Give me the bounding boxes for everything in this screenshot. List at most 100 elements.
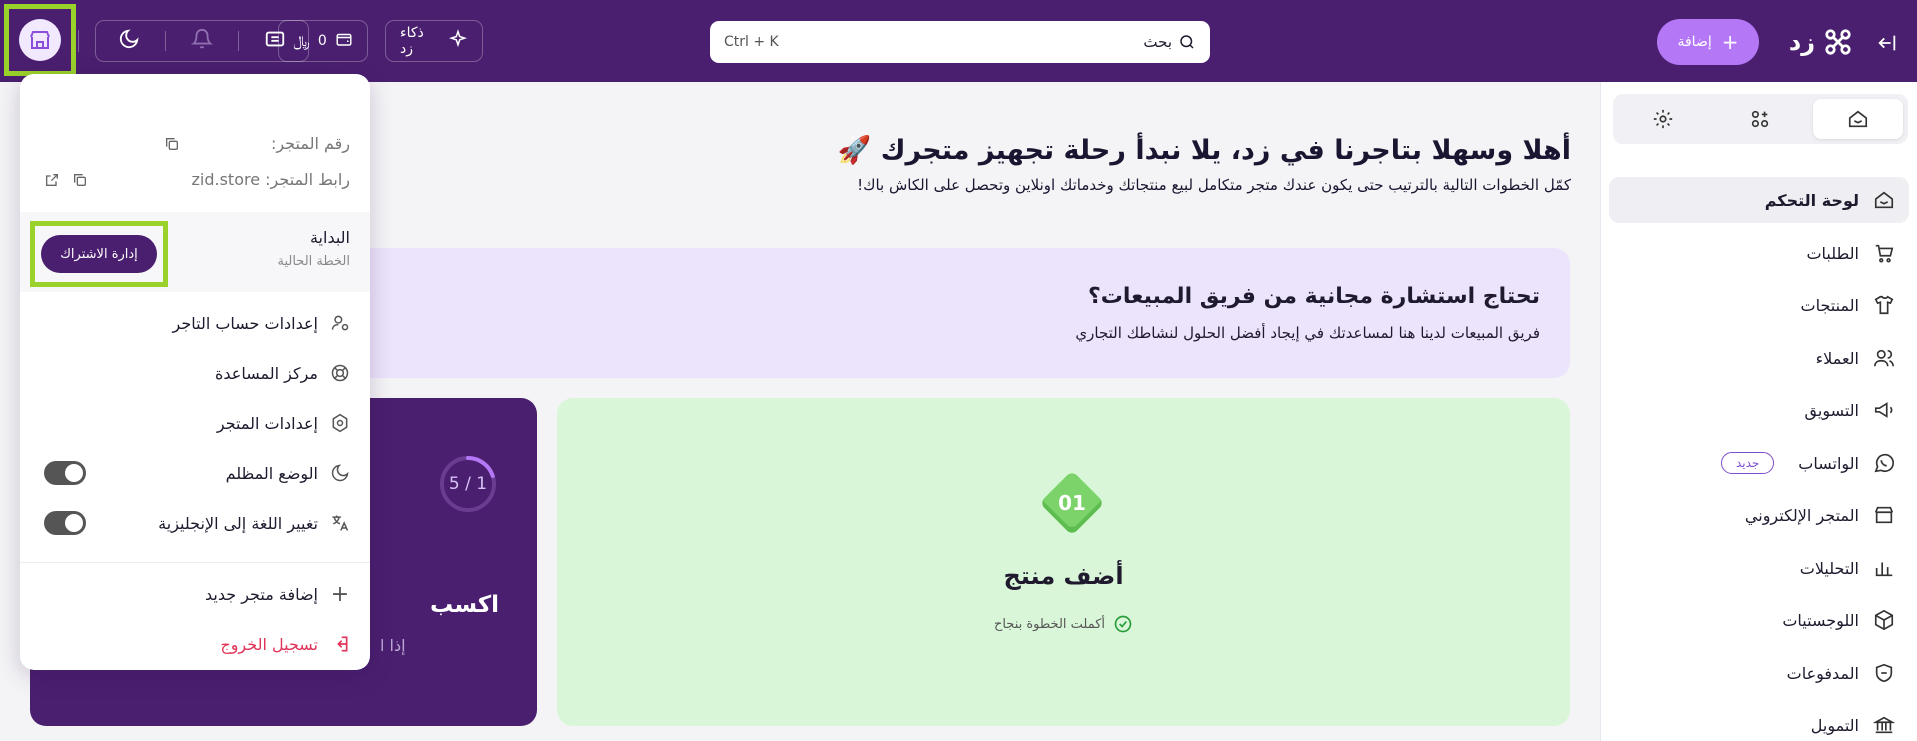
sidebar-item-label: الواتساب [1798,453,1859,473]
store-number-row: رقم المتجر: [44,134,350,153]
menu-item-label: إعدادات حساب التاجر [172,313,318,333]
sidebar-item-label: التحليلات [1799,558,1859,578]
search-bar[interactable]: Ctrl + K بحث [710,21,1210,63]
store-avatar [19,19,61,61]
chart-icon [1875,562,1893,577]
wallet-amount: 0 [317,33,327,49]
home-icon [1848,110,1868,128]
megaphone-icon [1874,402,1893,418]
consultation-subtitle: فريق المبيعات لدينا هنا لمساعدتك في إيجا… [1075,324,1540,342]
sidebar-item-label: لوحة التحكم [1764,190,1859,210]
sidebar-item-label: العملاء [1815,348,1859,368]
wallet-icon [335,30,353,52]
step-title: أضف منتج [1003,562,1124,590]
step-status-text: أكملت الخطوة بنجاح [993,616,1106,632]
divider [20,562,370,563]
sidebar-item-marketing[interactable]: التسويق [1609,387,1909,433]
sidebar-item-label: الطلبات [1806,243,1859,263]
language-toggle[interactable] [44,511,86,535]
quick-actions-group [95,20,309,62]
sidebar-item-products[interactable]: المنتجات [1609,282,1909,328]
collapse-icon [1878,35,1896,51]
plus-icon: + [330,581,350,607]
ai-button[interactable]: ذكاء زد [385,20,483,62]
manage-subscription-button[interactable]: إدارة الاشتراك [41,235,157,273]
welcome-subtitle: كمّل الخطوات التالية بالترتيب حتى يكون ع… [857,176,1571,194]
store-number-label: رقم المتجر: [270,134,350,153]
store-avatar-button[interactable] [4,4,76,76]
hexagon-gear-icon [332,413,348,433]
tab-home[interactable] [1813,99,1903,139]
plus-icon: + [1721,30,1739,54]
sidebar-item-analytics[interactable]: التحليلات [1609,545,1909,591]
apps-icon [1751,110,1769,128]
logout-item[interactable]: تسجيل الخروج [44,627,350,661]
add-label: إضافة [1677,34,1712,50]
divider [78,30,79,52]
sparkle-icon [448,29,468,53]
collapse-sidebar-button[interactable] [1870,26,1904,60]
home-icon [1874,191,1894,209]
store-icon [30,31,50,49]
sidebar-item-financing[interactable]: التمويل [1609,702,1909,741]
user-gear-icon [331,315,349,331]
sidebar-item-customers[interactable]: العملاء [1609,335,1909,381]
payment-icon [1875,663,1893,683]
current-plan-section: البداية الخطة الحالية إدارة الاشتراك [20,212,370,292]
language-item: تغيير اللغة إلى الإنجليزية [44,506,350,540]
search-icon [1180,35,1194,49]
step-status: أكملت الخطوة بنجاح [557,614,1570,634]
menu-item-label: إعدادات المتجر [216,413,318,433]
menu-item-label: إضافة متجر جديد [205,584,318,604]
bank-icon [1873,716,1895,734]
bell-icon[interactable] [190,28,214,54]
external-link-icon[interactable] [44,172,60,188]
store-settings-item[interactable]: إعدادات المتجر [44,406,350,440]
dark-mode-toggle[interactable] [44,461,86,485]
sidebar-item-payments[interactable]: المدفوعات [1609,650,1909,696]
welcome-title: أهلا وسهلا بتاجرنا في زد، يلا نبدأ رحلة … [837,135,1571,166]
add-new-store-item[interactable]: + إضافة متجر جديد [44,577,350,611]
sidebar-item-dashboard[interactable]: لوحة التحكم [1609,177,1909,223]
zid-logo: زد [1772,22,1870,62]
riyal-icon: ﷼ [293,32,310,50]
menu-item-label: مركز المساعدة [215,363,318,383]
translate-icon [332,515,349,531]
moon-icon[interactable] [118,28,140,54]
sidebar-item-label: المدفوعات [1786,663,1859,683]
cart-icon [1875,244,1894,263]
sidebar-item-label: المنتجات [1800,295,1860,315]
copy-icon[interactable] [164,136,180,152]
sidebar-tabs [1613,94,1908,144]
add-button[interactable]: إضافة + [1657,19,1759,65]
sidebar-item-label: التسويق [1804,400,1859,420]
check-circle-icon [1114,615,1132,633]
logout-icon [337,636,348,652]
tab-settings[interactable] [1618,99,1708,139]
top-bar: ﷼ 0 ذكاء زد Ctrl + K بحث إضافة + زد [0,0,1917,82]
new-badge: جديد [1720,452,1775,474]
lifebuoy-icon [331,364,349,382]
plan-name: البداية [309,228,350,247]
sidebar-item-logistics[interactable]: اللوجستيات [1609,597,1909,643]
menu-item-label: الوضع المظلم [225,463,318,483]
gear-icon [1653,109,1673,129]
copy-icon[interactable] [72,172,88,188]
manage-subscription-highlight: إدارة الاشتراك [30,221,168,287]
sidebar-item-label: التمويل [1810,715,1859,735]
sidebar-item-online-store[interactable]: المتجر الإلكتروني [1609,492,1909,538]
logo-icon [1825,29,1851,55]
tab-apps[interactable] [1715,99,1805,139]
progress-text: 5 / 1 [448,474,488,494]
step-card-add-product[interactable]: 01 أضف منتج أكملت الخطوة بنجاح [557,398,1570,726]
shirt-icon [1874,295,1894,315]
store-menu-dropdown: رقم المتجر: رابط المتجر: zid.store البدا… [20,74,370,670]
help-center-item[interactable]: مركز المساعدة [44,356,350,390]
store-link-row: رابط المتجر: zid.store [44,170,350,189]
moon-icon [331,464,349,482]
sidebar-item-label: اللوجستيات [1782,610,1859,630]
wallet-button[interactable]: ﷼ 0 [278,20,368,62]
sidebar-item-whatsapp[interactable]: الواتساب جديد [1609,440,1909,486]
merchant-account-settings-item[interactable]: إعدادات حساب التاجر [44,306,350,340]
sidebar-item-orders[interactable]: الطلبات [1609,230,1909,276]
